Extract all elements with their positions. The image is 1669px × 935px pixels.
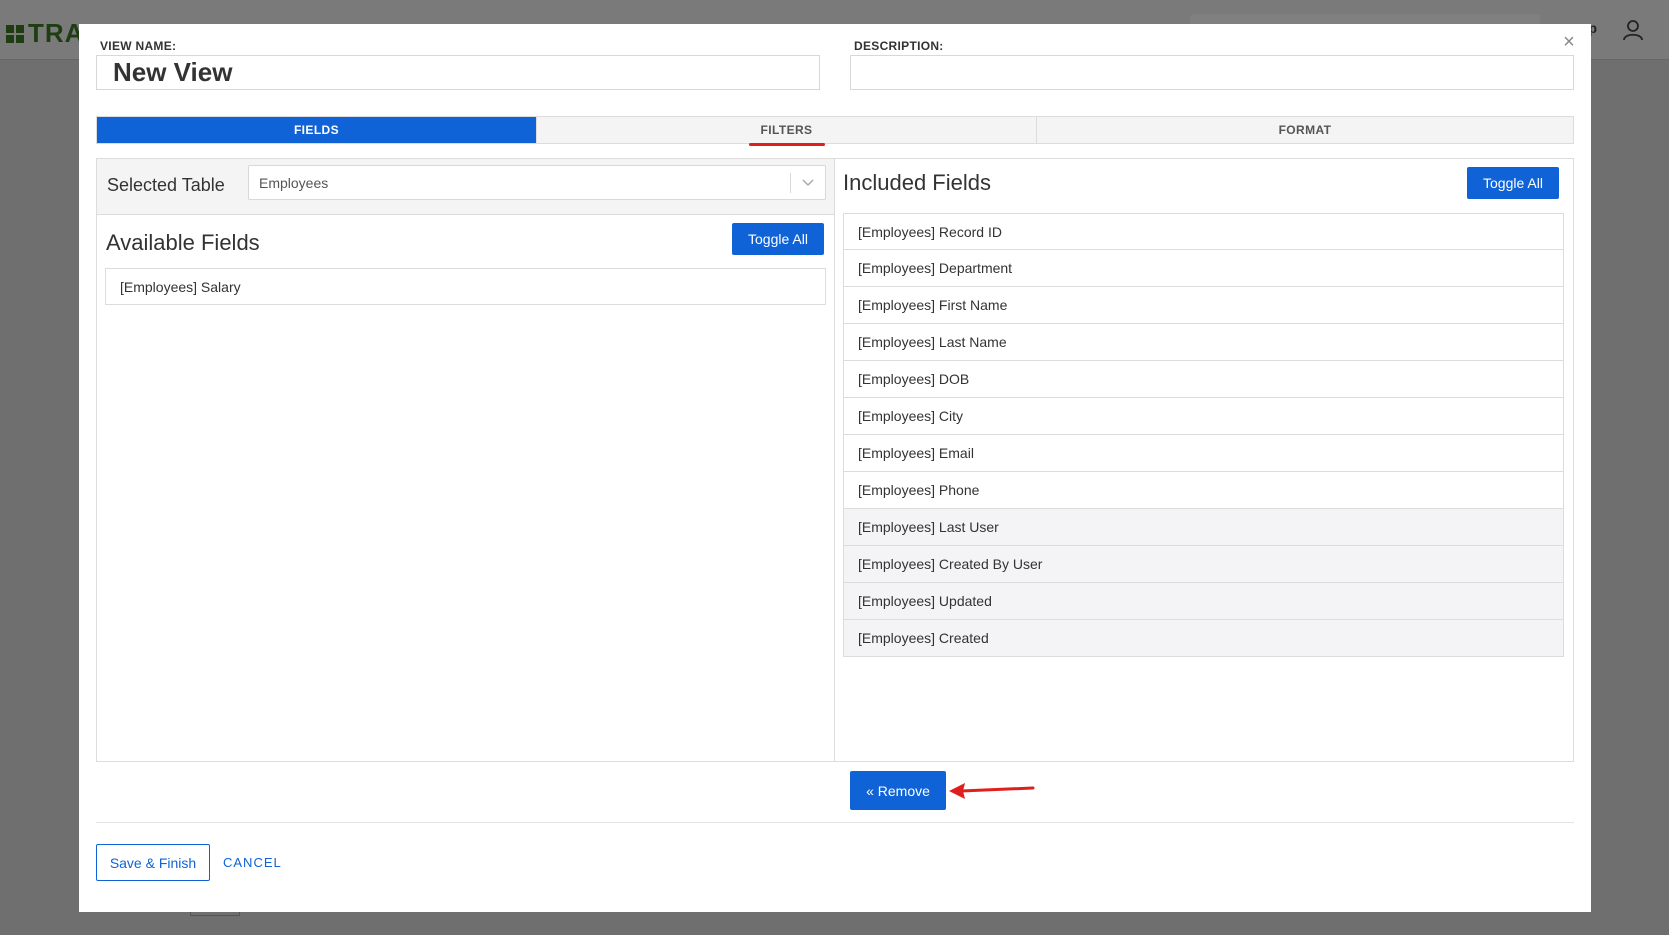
logo-mark-icon [6, 24, 24, 43]
tab-format-label: FORMAT [1278, 123, 1332, 137]
selected-table-row: Selected Table Employees [97, 159, 834, 215]
field-list-item[interactable]: [Employees] Created [843, 620, 1564, 657]
field-list-item[interactable]: [Employees] City [843, 398, 1564, 435]
field-list-item[interactable]: [Employees] Last Name [843, 324, 1564, 361]
edit-view-modal: × VIEW NAME: New View DESCRIPTION: FIELD… [79, 24, 1591, 912]
included-fields-list: [Employees] Record ID [Employees] Departm… [843, 213, 1564, 657]
footer-divider [96, 822, 1574, 823]
field-list-item[interactable]: [Employees] Updated [843, 583, 1564, 620]
field-list-item[interactable]: [Employees] DOB [843, 361, 1564, 398]
description-label: DESCRIPTION: [854, 39, 944, 53]
included-fields-panel: Included Fields Toggle All [Employees] R… [835, 159, 1573, 761]
save-and-finish-button[interactable]: Save & Finish [96, 844, 210, 881]
app-logo: TRA [6, 18, 84, 49]
tab-bar: FIELDS FILTERS FORMAT [96, 116, 1574, 146]
available-fields-title: Available Fields [106, 230, 260, 255]
cancel-link[interactable]: CANCEL [223, 855, 282, 870]
available-fields-panel: Selected Table Employees Available Field… [97, 159, 835, 761]
field-list-item[interactable]: [Employees] Salary [105, 268, 826, 305]
remove-button[interactable]: « Remove [850, 771, 946, 810]
available-fields-list: [Employees] Salary [105, 268, 826, 305]
selected-table-label: Selected Table [107, 175, 225, 195]
tab-fields-label: FIELDS [293, 123, 340, 137]
tab-format[interactable]: FORMAT [1036, 117, 1573, 143]
field-list-item[interactable]: [Employees] Email [843, 435, 1564, 472]
description-input[interactable] [850, 55, 1574, 90]
fields-panels: Selected Table Employees Available Field… [96, 158, 1574, 762]
tab-fields[interactable]: FIELDS [97, 117, 536, 143]
tab-filters[interactable]: FILTERS [536, 117, 1036, 146]
included-fields-title: Included Fields [843, 170, 991, 195]
selected-table-value: Employees [259, 175, 329, 191]
tab-filters-label: FILTERS [760, 123, 813, 137]
annotation-underline [748, 143, 825, 146]
view-name-label: VIEW NAME: [100, 39, 177, 53]
user-icon [1623, 20, 1643, 41]
field-list-item[interactable]: [Employees] Record ID [843, 213, 1564, 250]
select-divider [790, 173, 791, 193]
red-arrow-annotation [949, 783, 1035, 799]
view-name-input[interactable]: New View [96, 55, 820, 90]
field-list-item[interactable]: [Employees] Department [843, 250, 1564, 287]
field-list-item[interactable]: [Employees] Phone [843, 472, 1564, 509]
selected-table-select[interactable]: Employees [248, 165, 826, 200]
close-icon[interactable]: × [1559, 32, 1579, 52]
toggle-all-available-button[interactable]: Toggle All [732, 223, 824, 255]
app-brand-text: TRA [28, 18, 85, 48]
field-list-item[interactable]: [Employees] First Name [843, 287, 1564, 324]
chevron-down-icon[interactable] [801, 175, 815, 189]
toggle-all-included-button[interactable]: Toggle All [1467, 167, 1559, 199]
field-list-item[interactable]: [Employees] Last User [843, 509, 1564, 546]
field-list-item[interactable]: [Employees] Created By User [843, 546, 1564, 583]
